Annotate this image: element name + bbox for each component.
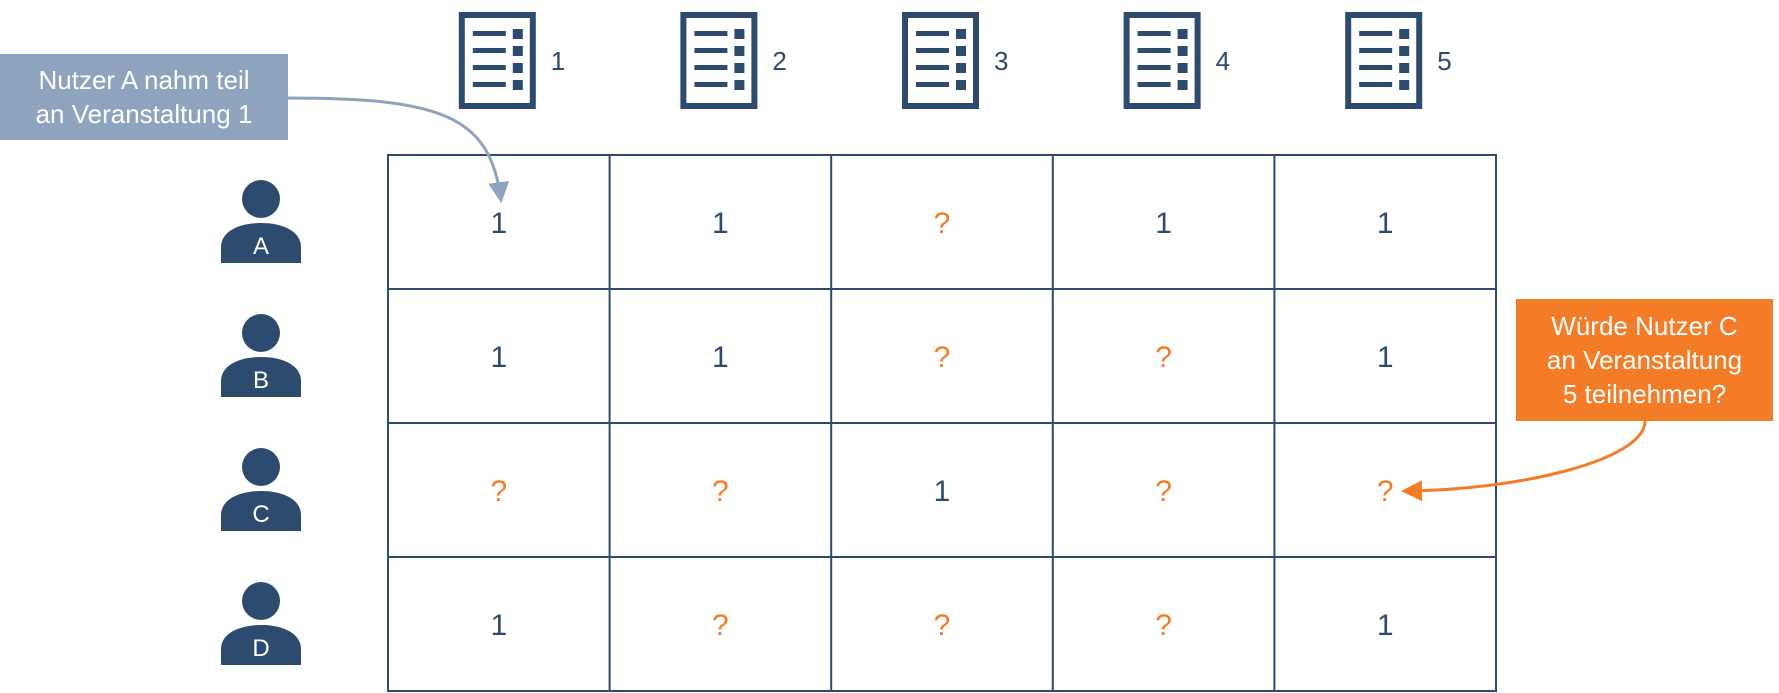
callout-question-line-3: 5 teilnehmen? (1562, 379, 1727, 409)
user-letter-label: C (252, 501, 269, 528)
event-number-label: 5 (1437, 46, 1451, 76)
user-B: B (221, 314, 301, 397)
event-number-label: 2 (772, 46, 786, 76)
matrix-cell-D-5: 1 (1377, 609, 1394, 642)
callout-connectors (287, 96, 1647, 502)
user-C: C (221, 448, 301, 531)
callout-participation-line-1: Nutzer A nahm teil (38, 65, 250, 95)
document-list-icon (1123, 12, 1201, 109)
event-5: 5 (1345, 12, 1452, 109)
document-list-icon (902, 12, 979, 109)
matrix-cell-C-3: 1 (934, 475, 951, 508)
matrix-cell-values: 1 1? 1 1 1 1?? 1?? 1? ? 1??? 1 (490, 207, 1393, 642)
participation-arrow (287, 96, 510, 204)
document-list-icon (1345, 12, 1423, 109)
matrix-cell-C-1: ? (490, 475, 507, 508)
event-number-label: 1 (551, 46, 565, 76)
matrix-cell-A-5: 1 (1377, 207, 1394, 240)
matrix-cell-D-1: 1 (490, 609, 507, 642)
matrix-cell-A-3: ? (934, 207, 951, 240)
matrix-cell-A-1: 1 (490, 207, 507, 240)
matrix-cell-C-5: ? (1377, 475, 1394, 508)
user-letter-label: A (253, 233, 269, 260)
callout-participation-line-2: an Veranstaltung 1 (35, 99, 253, 129)
matrix-cell-B-2: 1 (712, 341, 729, 374)
event-2: 2 (680, 12, 787, 109)
document-list-icon (458, 12, 536, 109)
matrix-cell-A-2: 1 (712, 207, 729, 240)
matrix-cell-C-2: ? (712, 475, 729, 508)
matrix-cell-B-1: 1 (490, 341, 507, 374)
matrix-cell-B-3: ? (934, 341, 951, 374)
matrix-cell-A-4: 1 (1155, 207, 1172, 240)
event-4: 4 (1123, 12, 1230, 109)
callout-question-line-2: an Veranstaltung (1546, 345, 1743, 375)
callout-question-line-1: Würde Nutzer C (1551, 311, 1738, 341)
matrix-cell-D-2: ? (712, 609, 729, 642)
matrix-cell-D-3: ? (934, 609, 951, 642)
matrix-cell-D-4: ? (1155, 609, 1172, 642)
event-number-label: 3 (994, 46, 1008, 76)
user-A: A (221, 180, 301, 263)
event-1: 1 (458, 12, 565, 109)
matrix-cell-B-5: 1 (1377, 341, 1394, 374)
callout-participation-note: Nutzer A nahm teil an Veranstaltung 1 (0, 54, 288, 140)
user-letter-label: D (252, 635, 269, 662)
event-number-label: 4 (1216, 46, 1230, 76)
matrix-cell-B-4: ? (1155, 341, 1172, 374)
event-3: 3 (902, 12, 1008, 109)
user-D: D (221, 582, 301, 665)
document-list-icon (680, 12, 758, 109)
question-arrow (1401, 420, 1647, 502)
matrix-cell-C-4: ? (1155, 475, 1172, 508)
user-letter-label: B (253, 367, 269, 394)
callout-prediction-question: Würde Nutzer C an Veranstaltung 5 teilne… (1516, 299, 1773, 421)
event-icons: 1 2 3 4 5 (458, 12, 1452, 109)
user-avatars: A B C D (221, 180, 301, 665)
